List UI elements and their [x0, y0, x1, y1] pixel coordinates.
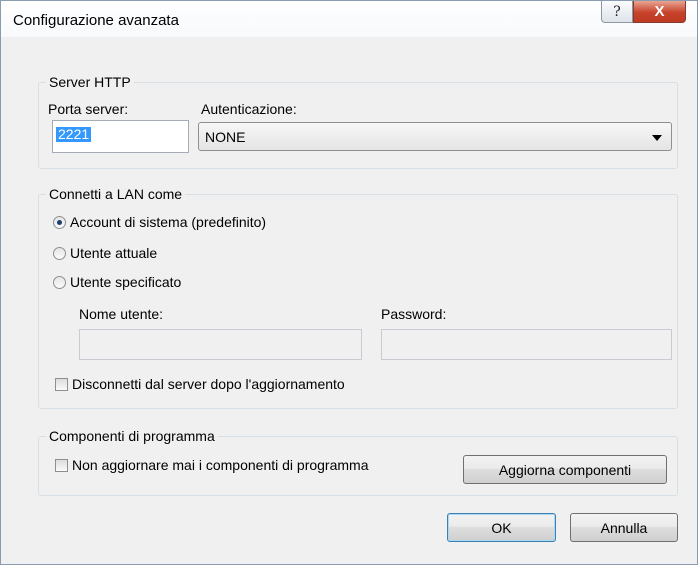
password-label: Password:	[381, 306, 447, 322]
radio-current-user[interactable]: Utente attuale	[53, 244, 157, 262]
ok-button[interactable]: OK	[447, 513, 556, 542]
advanced-settings-dialog: Configurazione avanzata ? X Server HTTP …	[0, 0, 698, 565]
close-button[interactable]: X	[633, 1, 686, 23]
disconnect-checkbox-label: Disconnetti dal server dopo l'aggiorname…	[72, 376, 345, 392]
username-label: Nome utente:	[79, 306, 164, 322]
password-field[interactable]	[381, 329, 672, 360]
close-icon: X	[654, 3, 665, 20]
ok-button-label: OK	[491, 519, 512, 536]
never-update-checkbox[interactable]	[55, 458, 68, 472]
disconnect-checkbox-row[interactable]: Disconnetti dal server dopo l'aggiorname…	[55, 375, 345, 393]
chevron-down-icon	[652, 135, 662, 141]
radio-button[interactable]	[53, 275, 66, 289]
title-bar: Configurazione avanzata ? X	[1, 1, 697, 37]
program-components-legend: Componenti di programma	[46, 428, 218, 444]
update-components-button-label: Aggiorna componenti	[498, 461, 632, 478]
server-port-value: 2221	[56, 126, 92, 142]
server-port-label: Porta server:	[48, 101, 129, 117]
authentication-value: NONE	[205, 129, 246, 145]
disconnect-checkbox[interactable]	[55, 377, 68, 391]
help-icon: ?	[613, 3, 621, 20]
radio-specified-user[interactable]: Utente specificato	[53, 273, 181, 291]
authentication-select[interactable]: NONE	[198, 122, 672, 151]
cancel-button-label: Annulla	[600, 519, 648, 536]
username-field[interactable]	[79, 329, 362, 360]
radio-current-user-label: Utente attuale	[70, 245, 158, 261]
radio-button[interactable]	[53, 215, 66, 229]
never-update-checkbox-row[interactable]: Non aggiornare mai i componenti di progr…	[55, 456, 368, 474]
authentication-label: Autenticazione:	[201, 101, 297, 117]
lan-connection-legend: Connetti a LAN come	[46, 186, 186, 202]
update-components-button[interactable]: Aggiorna componenti	[463, 455, 667, 484]
cancel-button[interactable]: Annulla	[570, 513, 678, 542]
radio-system-account[interactable]: Account di sistema (predefinito)	[53, 213, 266, 231]
radio-specified-user-label: Utente specificato	[70, 274, 182, 290]
help-button[interactable]: ?	[601, 1, 633, 23]
radio-button[interactable]	[53, 246, 66, 260]
server-port-input[interactable]: 2221	[52, 120, 189, 153]
window-title: Configurazione avanzata	[13, 12, 179, 29]
http-server-legend: Server HTTP	[46, 74, 134, 90]
radio-system-account-label: Account di sistema (predefinito)	[70, 214, 267, 230]
never-update-checkbox-label: Non aggiornare mai i componenti di progr…	[72, 457, 369, 473]
